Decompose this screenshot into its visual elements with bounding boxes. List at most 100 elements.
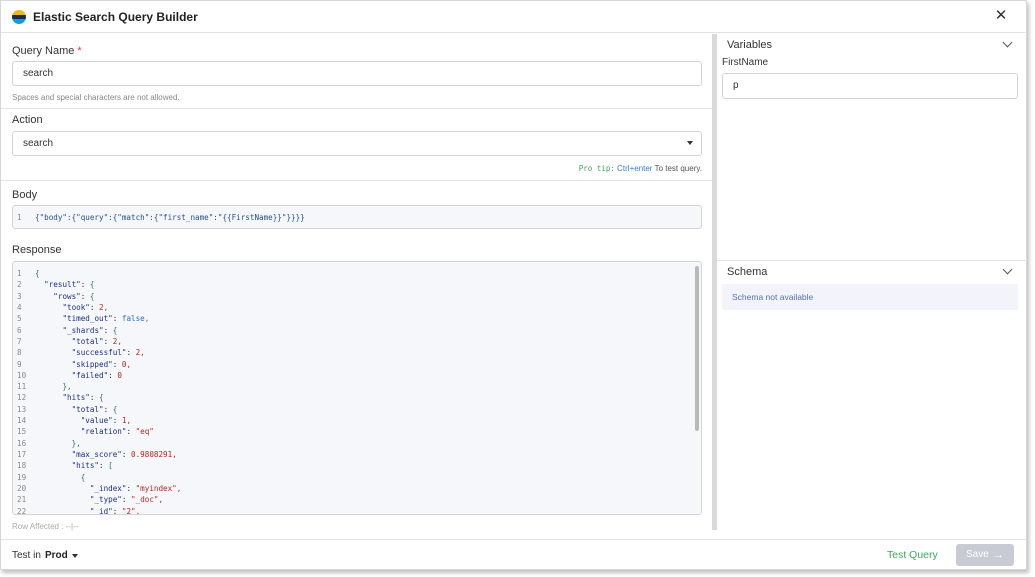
test-query-button[interactable]: Test Query [887, 549, 938, 561]
code-text: "result": { [44, 280, 95, 290]
code-text: "hits": { [62, 393, 104, 403]
pro-tip: Pro tip: Ctrl+enter To test query. [579, 164, 702, 173]
variable-value-input[interactable]: p [722, 73, 1018, 99]
line-number: 21 [17, 495, 27, 505]
line-number: 6 [17, 325, 22, 335]
code-line: 18 "hits": [ [13, 460, 701, 471]
line-number: 14 [17, 416, 27, 426]
code-line: 22 "_id": "2", [13, 506, 701, 515]
code-text: "_shards": { [62, 325, 118, 335]
code-line: 10 "failed": 0 [13, 370, 701, 381]
line-number: 1 [17, 269, 22, 278]
action-label: Action [12, 114, 43, 126]
line-number: 7 [17, 336, 22, 346]
line-number: 13 [17, 404, 27, 414]
pro-tip-text: To test query. [654, 164, 702, 173]
line-number: 8 [17, 348, 22, 358]
code-text: "total": 2, [71, 336, 122, 346]
code-line: 20 "_index": "myindex", [13, 483, 701, 494]
query-builder-modal: Elastic Search Query Builder ✕ Query Nam… [0, 0, 1027, 570]
pro-tip-label: Pro tip: [578, 164, 615, 173]
rows-affected: Row Affected : --|-- [12, 522, 79, 531]
save-button-label: Save [966, 549, 989, 560]
response-lines: 1{2 "result": {3 "rows": {4 "took": 2, 5 … [13, 268, 701, 515]
line-number: 11 [17, 382, 27, 392]
code-text: "_index": "myindex", [89, 483, 182, 493]
code-text: "hits": [ [71, 461, 113, 471]
code-line: 8 "successful": 2, [13, 347, 701, 358]
modal-title: Elastic Search Query Builder [33, 10, 198, 24]
query-name-label: Query Name * [12, 45, 82, 57]
code-line: 16 }, [13, 438, 701, 449]
line-number: 9 [17, 359, 22, 369]
divider [1, 108, 713, 109]
code-text: "_type": "_doc", [89, 495, 164, 505]
code-line: 1{ [13, 268, 701, 279]
environment-select[interactable]: Prod [45, 550, 68, 561]
query-name-hint: Spaces and special characters are not al… [12, 93, 180, 102]
line-number: 1 [17, 213, 22, 222]
action-select-value: search [23, 138, 54, 149]
code-line: 3 "rows": { [13, 291, 701, 302]
divider [1, 180, 713, 181]
close-icon[interactable]: ✕ [993, 8, 1009, 24]
test-in-label: Test in [12, 550, 41, 561]
body-code-editor[interactable]: 1 {"body":{"query":{"match":{"first_name… [12, 205, 702, 229]
line-number: 20 [17, 483, 27, 493]
line-number: 5 [17, 314, 22, 324]
code-text: "value": 1, [80, 416, 132, 426]
code-line: 19 { [13, 472, 701, 483]
chevron-down-icon [687, 141, 693, 145]
schema-title: Schema [727, 266, 768, 278]
line-number: 2 [17, 280, 22, 290]
code-line: 17 "max_score": 0.9808291, [13, 449, 701, 460]
code-text: "rows": { [53, 291, 95, 301]
line-number: 22 [17, 506, 27, 515]
line-number: 15 [17, 427, 27, 437]
response-code-viewer[interactable]: 1{2 "result": {3 "rows": {4 "took": 2, 5 … [12, 261, 702, 515]
query-editor-panel: Query Name * search Spaces and special c… [1, 34, 713, 539]
chevron-down-icon[interactable] [72, 554, 78, 558]
code-text: "took": 2, [62, 302, 109, 312]
modal-footer: Test in Prod Test Query Save → [1, 539, 1026, 571]
elastic-logo-icon [12, 10, 26, 24]
line-number: 19 [17, 472, 27, 482]
line-number: 16 [17, 438, 27, 448]
code-line: 5 "timed_out": false, [13, 313, 701, 324]
line-number: 12 [17, 393, 27, 403]
divider [717, 260, 1027, 261]
line-number: 3 [17, 291, 22, 301]
variable-name: FirstName [722, 57, 769, 68]
code-text: "failed": 0 [71, 370, 122, 380]
code-line: 4 "took": 2, [13, 302, 701, 313]
side-panel: Variables FirstName p Schema Schema not … [717, 34, 1027, 539]
line-number: 10 [17, 370, 27, 380]
modal-header: Elastic Search Query Builder ✕ [1, 1, 1026, 33]
chevron-down-icon[interactable] [1002, 264, 1013, 275]
arrow-right-icon: → [993, 549, 1004, 561]
query-name-input[interactable]: search [12, 61, 702, 86]
code-text: }, [62, 382, 72, 392]
code-text: "skipped": 0, [71, 359, 132, 369]
code-line: 12 "hits": { [13, 392, 701, 403]
body-code-text: {"body":{"query":{"match":{"first_name":… [35, 213, 305, 222]
action-select[interactable]: search [12, 131, 702, 156]
code-line: 2 "result": { [13, 279, 701, 290]
code-text: { [80, 472, 86, 482]
code-line: 11 }, [13, 381, 701, 392]
response-scrollbar[interactable] [695, 266, 699, 431]
code-text: "_id": "2", [89, 506, 141, 515]
code-line: 21 "_type": "_doc", [13, 494, 701, 505]
line-number: 4 [17, 302, 22, 312]
save-button[interactable]: Save → [956, 544, 1014, 566]
line-number: 18 [17, 461, 27, 471]
code-text: }, [71, 438, 81, 448]
code-line: 7 "total": 2, [13, 336, 701, 347]
code-text: "successful": 2, [71, 348, 145, 358]
code-line: 14 "value": 1, [13, 415, 701, 426]
chevron-down-icon[interactable] [1002, 37, 1013, 48]
body-label: Body [12, 189, 38, 201]
variables-title: Variables [727, 39, 773, 51]
code-line: 13 "total": { [13, 404, 701, 415]
code-text: "timed_out": false, [62, 314, 150, 324]
